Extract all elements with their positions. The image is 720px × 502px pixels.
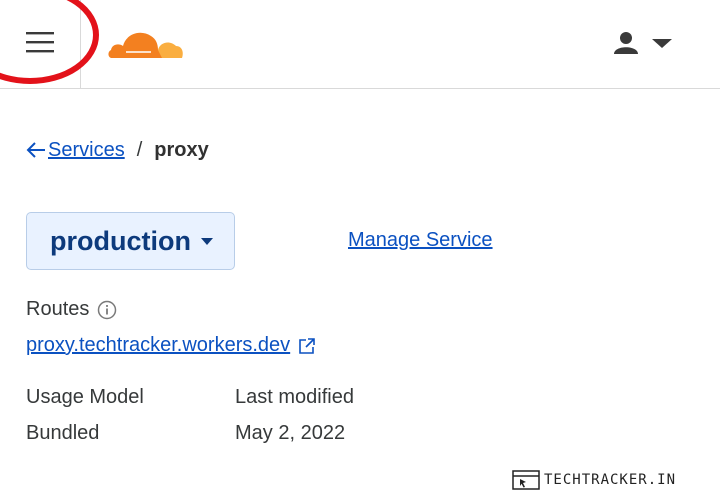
hamburger-menu-icon[interactable] (26, 30, 54, 54)
cloudflare-logo[interactable] (106, 24, 184, 65)
top-navigation-bar (0, 0, 720, 89)
info-icon[interactable] (97, 300, 117, 320)
breadcrumb-current: proxy (154, 138, 209, 161)
breadcrumb-separator: / (136, 138, 143, 161)
user-avatar-icon (620, 32, 632, 44)
breadcrumb-services-link[interactable]: Services (26, 139, 125, 162)
watermark: TECHTRACKER.IN (512, 470, 676, 490)
breadcrumb-parent-label[interactable]: Services (48, 139, 125, 162)
watermark-text: TECHTRACKER.IN (544, 472, 677, 488)
menu-zone (0, 0, 81, 88)
last-modified-value: May 2, 2022 (235, 422, 346, 444)
caret-down-icon (200, 238, 213, 245)
routes-label-text: Routes (26, 298, 90, 320)
usage-model-value: Bundled (26, 422, 100, 444)
manage-service-link[interactable]: Manage Service (348, 229, 493, 252)
caret-down-icon (652, 39, 672, 48)
user-menu[interactable] (612, 28, 676, 60)
environment-selected-value[interactable]: production (50, 226, 191, 257)
browser-window-icon (512, 470, 540, 490)
usage-model-label: Usage Model (26, 386, 144, 408)
external-link-icon[interactable] (298, 337, 316, 355)
breadcrumb: Services / proxy (26, 137, 209, 163)
last-modified-label: Last modified (235, 386, 354, 408)
route-url-text[interactable]: proxy.techtracker.workers.dev (26, 334, 290, 357)
route-url-link[interactable]: proxy.techtracker.workers.dev (26, 334, 316, 357)
routes-label: Routes (26, 298, 117, 321)
environment-select[interactable]: production (26, 212, 235, 270)
arrow-left-icon (26, 142, 45, 158)
